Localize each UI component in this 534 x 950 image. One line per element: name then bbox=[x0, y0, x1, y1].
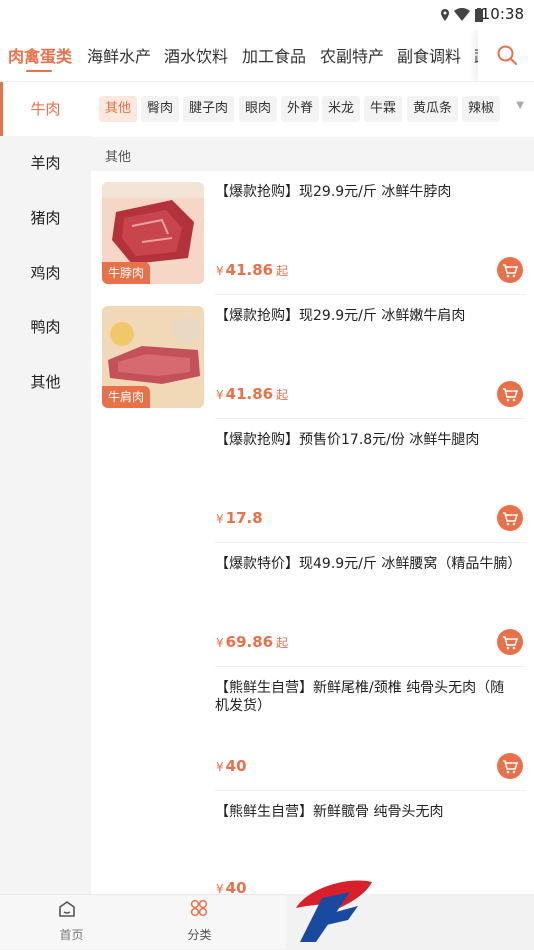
expand-chips-icon[interactable]: ▼ bbox=[516, 100, 524, 111]
sidebar: 牛肉 羊肉 猪肉 鸡肉 鸭肉 其他 bbox=[0, 82, 91, 894]
sidebar-item-duck[interactable]: 鸭肉 bbox=[0, 300, 91, 354]
product-title[interactable]: 【爆款抢购】预售价17.8元/份 冰鲜牛腿肉 bbox=[215, 431, 515, 449]
add-to-cart-button[interactable] bbox=[497, 257, 523, 283]
product-price: ¥41.86 起 bbox=[216, 261, 289, 279]
product-title[interactable]: 【熊鲜生自营】新鲜尾椎/颈椎 纯骨头无肉（随机发货） bbox=[215, 679, 515, 715]
product-title[interactable]: 【熊鲜生自营】新鲜髋骨 纯骨头无肉 bbox=[215, 803, 515, 821]
cart-icon bbox=[503, 512, 519, 526]
sidebar-item-beef[interactable]: 牛肉 bbox=[0, 82, 91, 136]
search-icon bbox=[497, 45, 517, 65]
brand-logo bbox=[296, 880, 372, 942]
cart-icon bbox=[503, 264, 519, 278]
sidebar-item-other[interactable]: 其他 bbox=[0, 355, 91, 409]
add-to-cart-button[interactable] bbox=[497, 753, 523, 779]
add-to-cart-button[interactable] bbox=[497, 629, 523, 655]
tab-seafood[interactable]: 海鲜水产 bbox=[87, 43, 151, 67]
image-label: 牛肩肉 bbox=[102, 386, 151, 408]
tab-processed-food[interactable]: 加工食品 bbox=[242, 43, 306, 67]
search-button[interactable] bbox=[478, 30, 534, 81]
chip-shank[interactable]: 腱子肉 bbox=[183, 96, 235, 122]
top-category-tabs: 肉禽蛋类 海鲜水产 酒水饮料 加工食品 农副特产 副食调料 蔬 bbox=[0, 30, 534, 82]
product-card[interactable]: 牛肩肉 【爆款抢购】现29.9元/斤 冰鲜嫩牛肩肉 ¥41.86 起 bbox=[91, 295, 534, 419]
product-title[interactable]: 【爆款特价】现49.9元/斤 冰鲜腰窝（精品牛腩） bbox=[215, 555, 521, 573]
image-label: 牛脖肉 bbox=[102, 262, 151, 284]
wifi-icon bbox=[454, 8, 470, 21]
tab-drinks[interactable]: 酒水饮料 bbox=[164, 43, 228, 67]
cart-icon bbox=[503, 760, 519, 774]
product-title[interactable]: 【爆款抢购】现29.9元/斤 冰鲜嫩牛肩肉 bbox=[215, 307, 515, 325]
tab-condiments[interactable]: 副食调料 bbox=[397, 43, 461, 67]
add-to-cart-button[interactable] bbox=[497, 381, 523, 407]
chip-topside[interactable]: 米龙 bbox=[322, 96, 361, 122]
cart-icon bbox=[503, 636, 519, 650]
bottom-nav: 首页 分类 bbox=[0, 894, 286, 949]
product-price: ¥69.86 起 bbox=[216, 633, 289, 651]
product-card[interactable]: 【爆款特价】现49.9元/斤 冰鲜腰窝（精品牛腩） ¥69.86 起 bbox=[91, 543, 534, 667]
product-title[interactable]: 【爆款抢购】现29.9元/斤 冰鲜牛脖肉 bbox=[215, 183, 515, 201]
section-header: 其他 bbox=[91, 137, 534, 171]
nav-home-label: 首页 bbox=[59, 928, 84, 942]
add-to-cart-button[interactable] bbox=[497, 505, 523, 531]
tab-meat-poultry-eggs[interactable]: 肉禽蛋类 bbox=[8, 43, 72, 67]
product-price: ¥40 bbox=[216, 757, 247, 775]
clock: 10:38 bbox=[480, 5, 524, 23]
chip-knuckle[interactable]: 牛霖 bbox=[364, 96, 403, 122]
nav-home[interactable]: 首页 bbox=[0, 895, 143, 950]
chip-silverside[interactable]: 黄瓜条 bbox=[407, 96, 459, 122]
status-bar: 10:38 bbox=[0, 0, 534, 30]
product-image[interactable]: 牛肩肉 bbox=[102, 306, 204, 408]
product-price: ¥41.86 起 bbox=[216, 385, 289, 403]
nav-category[interactable]: 分类 bbox=[128, 895, 271, 950]
sidebar-item-pork[interactable]: 猪肉 bbox=[0, 191, 91, 245]
chip-striploin[interactable]: 外脊 bbox=[281, 96, 320, 122]
active-tab-indicator bbox=[26, 70, 52, 72]
chip-ribeye[interactable]: 眼肉 bbox=[239, 96, 278, 122]
chip-more-cut[interactable]: 辣椒 bbox=[462, 96, 501, 122]
location-icon bbox=[441, 9, 449, 21]
product-card[interactable]: 【熊鲜生自营】新鲜尾椎/颈椎 纯骨头无肉（随机发货） ¥40 bbox=[91, 667, 534, 791]
sidebar-item-chicken[interactable]: 鸡肉 bbox=[0, 246, 91, 300]
sidebar-item-lamb[interactable]: 羊肉 bbox=[0, 136, 91, 190]
product-list[interactable]: 牛脖肉 【爆款抢购】现29.9元/斤 冰鲜牛脖肉 ¥41.86 起 牛肩肉 【爆款… bbox=[91, 171, 534, 894]
chip-other[interactable]: 其他 bbox=[99, 96, 138, 122]
nav-category-label: 分类 bbox=[187, 928, 212, 942]
product-price: ¥40 bbox=[216, 879, 247, 894]
category-icon bbox=[190, 899, 208, 917]
subcategory-bar: 其他 臀肉 腱子肉 眼肉 外脊 米龙 牛霖 黄瓜条 辣椒 ▼ bbox=[91, 82, 534, 137]
tab-farm-specialty[interactable]: 农副特产 bbox=[320, 43, 384, 67]
chip-rump[interactable]: 臀肉 bbox=[141, 96, 180, 122]
product-image[interactable]: 牛脖肉 bbox=[102, 182, 204, 284]
product-card[interactable]: 【爆款抢购】预售价17.8元/份 冰鲜牛腿肉 ¥17.8 bbox=[91, 419, 534, 543]
cart-icon bbox=[503, 388, 519, 402]
product-price: ¥17.8 bbox=[216, 509, 263, 527]
product-card[interactable]: 牛脖肉 【爆款抢购】现29.9元/斤 冰鲜牛脖肉 ¥41.86 起 bbox=[91, 171, 534, 295]
home-icon bbox=[59, 901, 75, 917]
